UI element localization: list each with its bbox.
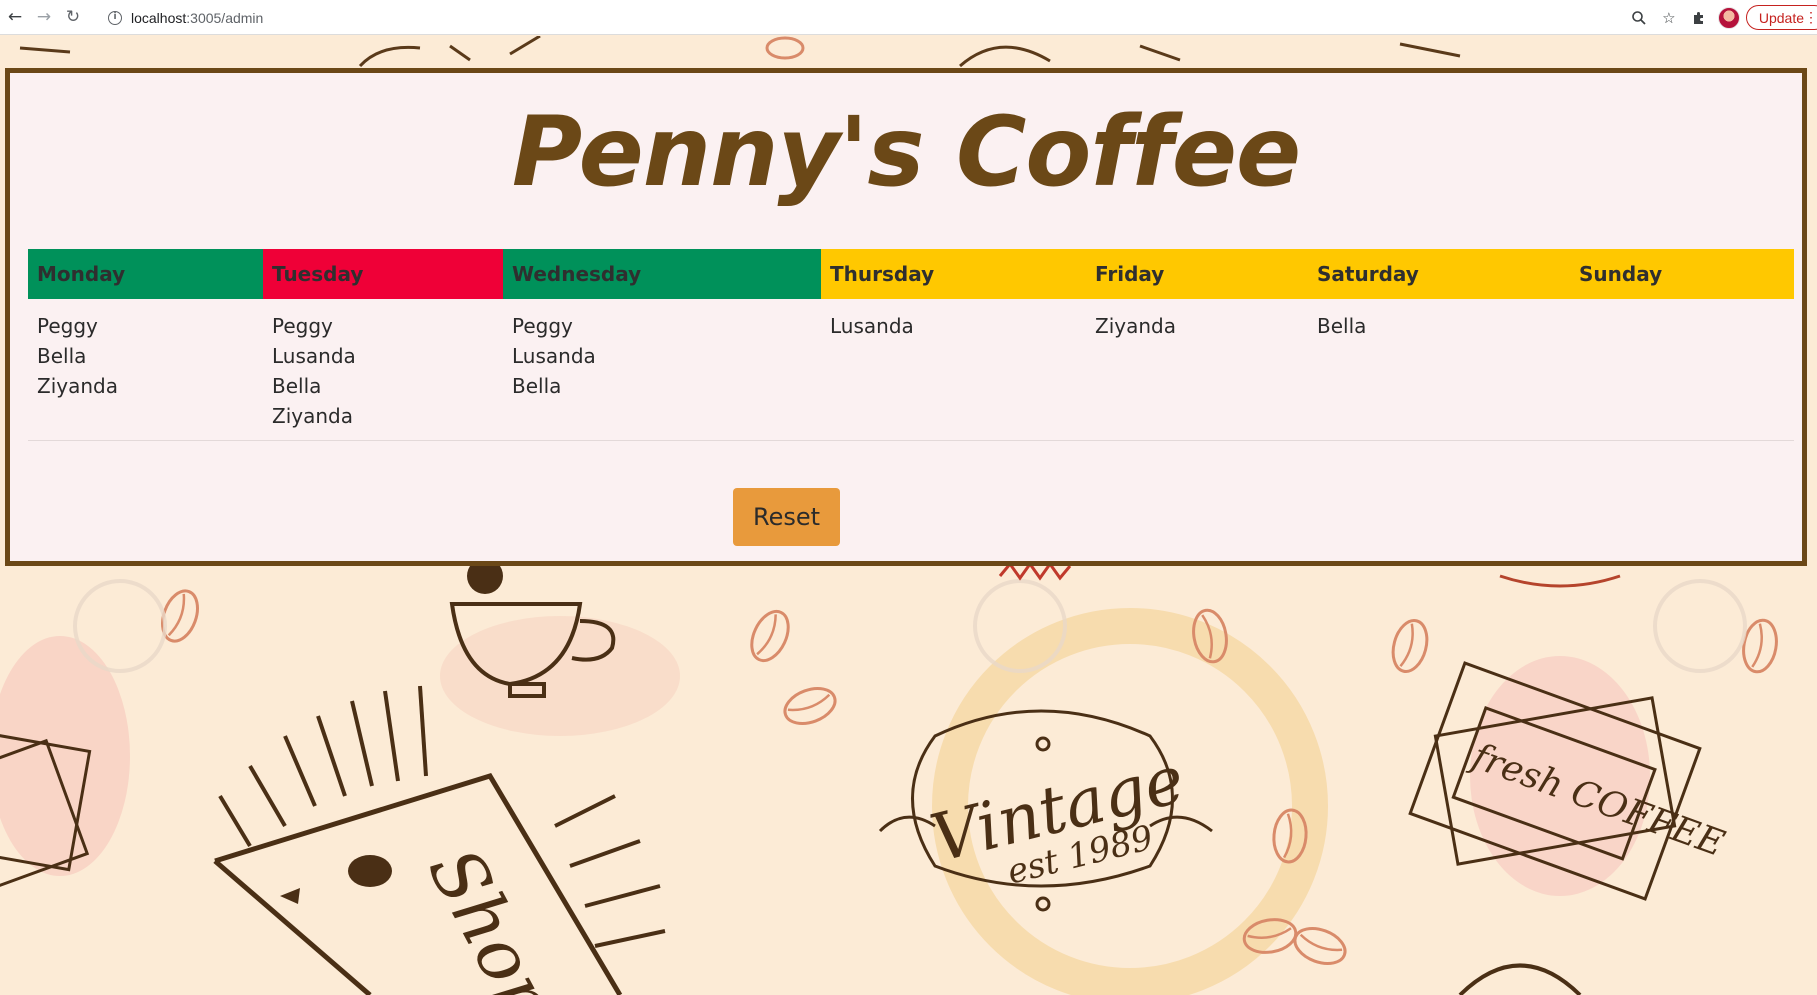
- day-column-saturday: Bella: [1308, 311, 1570, 440]
- menu-dots-icon[interactable]: ⋮: [1804, 9, 1817, 25]
- day-header-tuesday: Tuesday: [263, 249, 503, 299]
- worker-name: Bella: [37, 344, 87, 368]
- reset-button[interactable]: Reset: [733, 488, 840, 546]
- day-column-tuesday: Peggy Lusanda Bella Ziyanda: [263, 311, 503, 440]
- address-bar[interactable]: i localhost:3005/admin: [100, 4, 1680, 31]
- url-path: :3005/admin: [186, 9, 264, 26]
- day-column-friday: Ziyanda: [1086, 311, 1308, 440]
- worker-name: Bella: [1317, 314, 1367, 338]
- weekly-schedule-table: Monday Tuesday Wednesday Thursday Friday Satu…: [28, 249, 1794, 441]
- zoom-icon[interactable]: [1624, 3, 1654, 33]
- admin-panel: Penny's Coffee Monday Tuesday Wednesday Thu…: [5, 68, 1807, 566]
- shop-badge-text: Shop: [412, 835, 573, 995]
- reload-icon[interactable]: ↻: [60, 4, 86, 30]
- worker-name: Lusanda: [512, 344, 596, 368]
- day-header-wednesday: Wednesday: [503, 249, 821, 299]
- worker-name: Lusanda: [830, 314, 914, 338]
- update-label: Update: [1758, 9, 1804, 26]
- worker-name: Lusanda: [272, 344, 356, 368]
- worker-name: Peggy: [37, 314, 98, 338]
- worker-name: Peggy: [512, 314, 573, 338]
- url-text[interactable]: localhost:3005/admin: [131, 10, 263, 26]
- worker-name: Ziyanda: [272, 404, 353, 428]
- day-header-sunday: Sunday: [1570, 249, 1794, 299]
- update-button[interactable]: Update ⋮: [1745, 5, 1817, 30]
- worker-name: Peggy: [272, 314, 333, 338]
- extensions-puzzle-icon[interactable]: [1684, 3, 1714, 33]
- back-arrow-icon[interactable]: ←: [2, 4, 28, 30]
- page-title: Penny's Coffee: [511, 96, 1301, 208]
- day-header-row: Monday Tuesday Wednesday Thursday Friday Satu…: [28, 249, 1794, 299]
- day-header-saturday: Saturday: [1308, 249, 1570, 299]
- worker-name: Bella: [512, 374, 562, 398]
- day-column-monday: Peggy Bella Ziyanda: [28, 311, 263, 440]
- day-header-thursday: Thursday: [821, 249, 1086, 299]
- day-column-wednesday: Peggy Lusanda Bella: [503, 311, 821, 440]
- day-column-sunday: [1570, 311, 1794, 440]
- site-info-icon[interactable]: i: [108, 10, 122, 25]
- worker-name: Ziyanda: [1095, 314, 1176, 338]
- day-header-friday: Friday: [1086, 249, 1308, 299]
- browser-toolbar: ← → ↻ i localhost:3005/admin ☆ Update ⋮: [0, 0, 1817, 35]
- bookmark-star-icon[interactable]: ☆: [1654, 3, 1684, 33]
- worker-name: Ziyanda: [37, 374, 118, 398]
- workers-row: Peggy Bella Ziyanda Peggy Lusanda Bella Ziyand…: [28, 299, 1794, 441]
- day-header-monday: Monday: [28, 249, 263, 299]
- profile-avatar[interactable]: [1717, 6, 1740, 29]
- worker-name: Bella: [272, 374, 322, 398]
- forward-arrow-icon[interactable]: →: [31, 4, 57, 30]
- day-column-thursday: Lusanda: [821, 311, 1086, 440]
- url-host: localhost: [131, 9, 187, 26]
